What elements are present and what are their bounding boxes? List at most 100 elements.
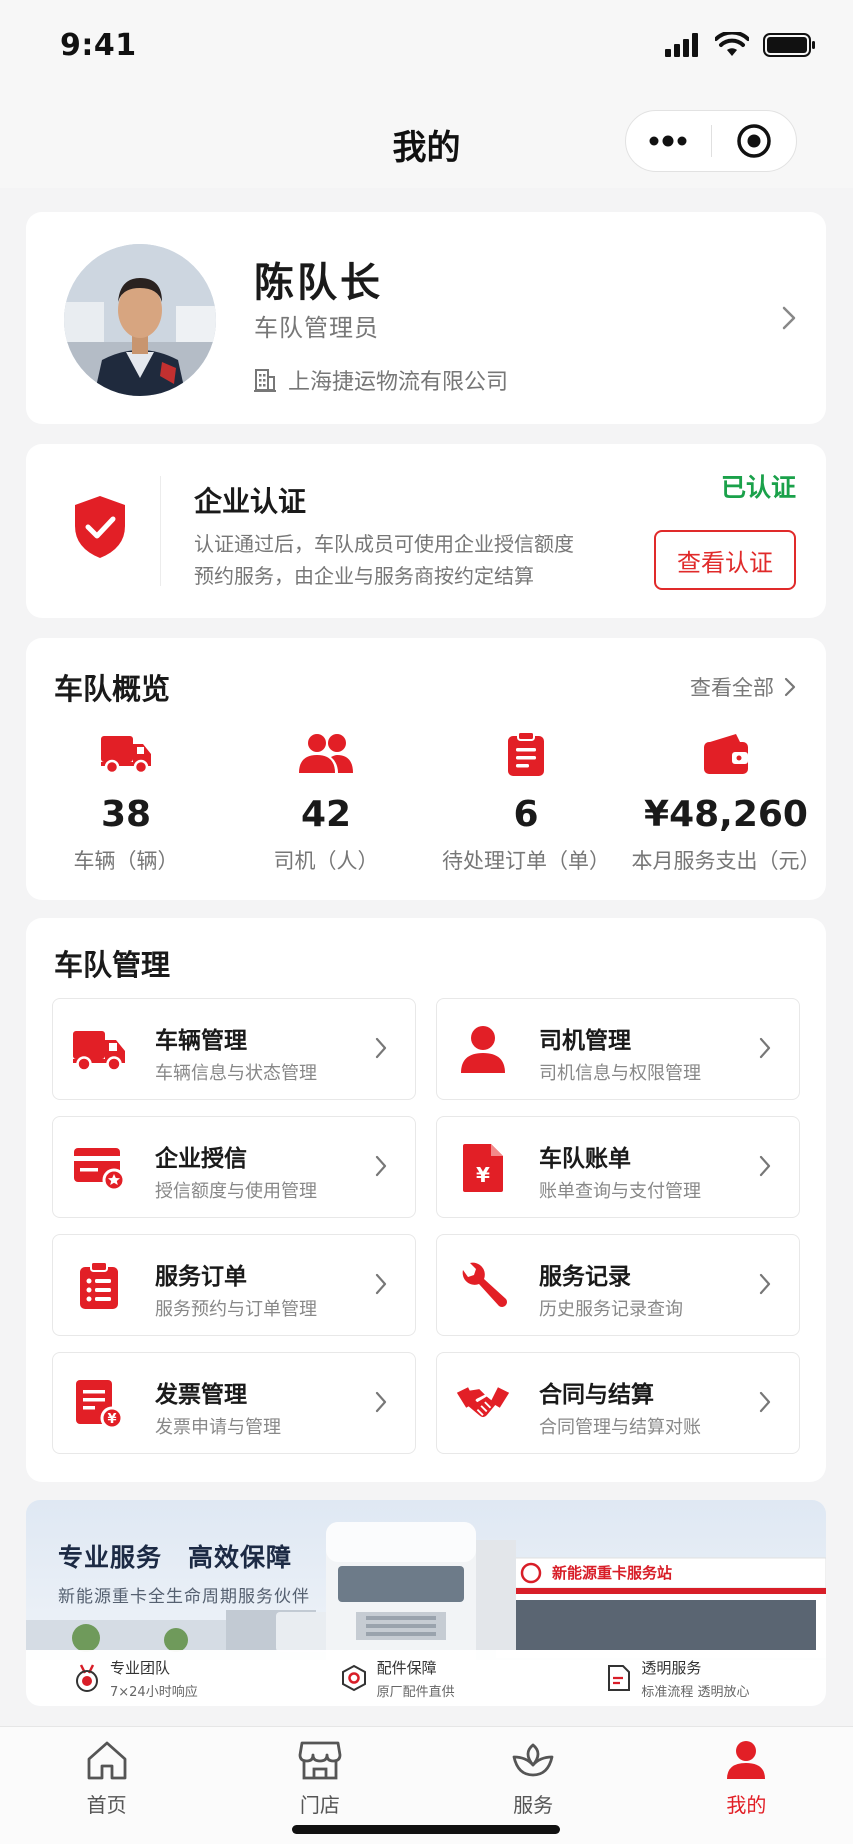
stat-pending-orders[interactable]: 6 待处理订单（单） <box>426 730 626 875</box>
profile-icon <box>727 1741 766 1779</box>
feature-subtitle: 标准流程 透明放心 <box>641 1684 750 1700</box>
home-indicator <box>292 1825 560 1834</box>
chevron-right-icon <box>759 1273 771 1295</box>
banner-features: 专业团队 7×24小时响应 配件保障 原厂配件直供 透明服务 标准流程 透明放心 <box>26 1650 826 1706</box>
truck-icon <box>101 736 151 775</box>
banner-title: 专业服务 高效保障 <box>58 1543 293 1572</box>
tile-subtitle: 授信额度与使用管理 <box>155 1181 317 1202</box>
tile-title: 服务订单 <box>155 1264 247 1290</box>
tile-title: 车辆管理 <box>155 1028 247 1054</box>
tab-label: 服务 <box>513 1793 554 1817</box>
chevron-right-icon <box>375 1391 387 1413</box>
feature-item: 专业团队 7×24小时响应 <box>26 1650 293 1706</box>
clipboard-icon <box>508 731 544 776</box>
chevron-right-icon <box>375 1037 387 1059</box>
service-banner[interactable]: 专业服务 高效保障 新能源重卡全生命周期服务伙伴 新能源重卡服务站 专业团队 7… <box>26 1500 826 1706</box>
chevron-right-icon <box>784 677 796 697</box>
tile-subtitle: 车辆信息与状态管理 <box>155 1063 317 1084</box>
wrench-icon <box>462 1262 507 1307</box>
signal-icon <box>665 33 698 57</box>
tile-title: 发票管理 <box>155 1382 247 1408</box>
tile-subtitle: 发票申请与管理 <box>155 1417 281 1438</box>
wallet-icon <box>704 734 748 774</box>
certification-description-line: 预约服务，由企业与服务商按约定结算 <box>194 564 534 588</box>
banner-subtitle: 新能源重卡全生命周期服务伙伴 <box>58 1587 310 1607</box>
feature-item: 透明服务 标准流程 透明放心 <box>559 1650 826 1706</box>
feature-subtitle: 7×24小时响应 <box>110 1684 198 1700</box>
feature-subtitle: 原厂配件直供 <box>376 1684 455 1700</box>
tile-contract-settlement[interactable]: 合同与结算 合同管理与结算对账 <box>436 1352 800 1454</box>
document-icon <box>608 1665 631 1691</box>
target-icon <box>737 124 771 158</box>
user-name: 陈队长 <box>254 260 383 306</box>
tile-title: 车队账单 <box>539 1146 631 1172</box>
tile-title: 合同与结算 <box>539 1382 654 1408</box>
wifi-icon <box>715 32 749 56</box>
order-list-icon <box>80 1261 118 1309</box>
certification-title: 企业认证 <box>194 485 307 518</box>
stat-label: 车辆（辆） <box>73 849 179 873</box>
stat-value: 6 <box>513 794 539 835</box>
tile-subtitle: 历史服务记录查询 <box>539 1299 683 1320</box>
svg-text:¥: ¥ <box>476 1163 490 1187</box>
tab-label: 门店 <box>299 1793 340 1817</box>
tile-invoice-management[interactable]: ¥ 发票管理 发票申请与管理 <box>52 1352 416 1454</box>
tab-home[interactable]: 首页 <box>0 1727 213 1844</box>
chevron-right-icon <box>375 1273 387 1295</box>
certification-description: 认证通过后，车队成员可使用企业授信额度 预约服务，由企业与服务商按约定结算 <box>194 528 614 592</box>
service-icon <box>512 1743 554 1777</box>
status-bar: 9:41 <box>0 0 853 92</box>
tile-enterprise-credit[interactable]: 企业授信 授信额度与使用管理 <box>52 1116 416 1218</box>
tab-label: 我的 <box>726 1793 767 1817</box>
see-all-link[interactable]: 查看全部 <box>690 672 796 702</box>
person-icon <box>461 1026 505 1073</box>
tile-vehicle-management[interactable]: 车辆管理 车辆信息与状态管理 <box>52 998 416 1100</box>
handshake-icon <box>456 1387 510 1418</box>
chevron-right-icon <box>759 1037 771 1059</box>
truck-icon <box>73 1031 125 1072</box>
close-miniprogram-button[interactable] <box>712 111 797 171</box>
section-title: 车队管理 <box>54 948 171 982</box>
tile-service-records[interactable]: 服务记录 历史服务记录查询 <box>436 1234 800 1336</box>
fleet-overview-card: 车队概览 查看全部 38 车辆（辆） 42 司机（人） 6 待处理订单（单） ¥… <box>26 638 826 900</box>
stat-label: 本月服务支出（元） <box>631 849 821 873</box>
avatar[interactable] <box>64 244 216 396</box>
building-icon <box>254 369 276 392</box>
stat-drivers[interactable]: 42 司机（人） <box>226 730 426 875</box>
certification-description-line: 认证通过后，车队成员可使用企业授信额度 <box>194 532 574 556</box>
tile-service-orders[interactable]: 服务订单 服务预约与订单管理 <box>52 1234 416 1336</box>
tab-profile[interactable]: 我的 <box>640 1727 853 1844</box>
profile-card[interactable]: 陈队长 车队管理员 上海捷运物流有限公司 <box>26 212 826 424</box>
status-time: 9:41 <box>60 28 137 63</box>
station-sign: 新能源重卡服务站 <box>552 1564 673 1582</box>
divider <box>160 476 161 586</box>
parts-icon <box>341 1664 366 1692</box>
avatar-photo <box>64 244 216 396</box>
tile-subtitle: 服务预约与订单管理 <box>155 1299 317 1320</box>
feature-item: 配件保障 原厂配件直供 <box>293 1650 560 1706</box>
chevron-right-icon <box>759 1391 771 1413</box>
svg-text:¥: ¥ <box>107 1412 116 1427</box>
view-certification-button[interactable]: 查看认证 <box>654 530 796 590</box>
chevron-right-icon <box>375 1155 387 1177</box>
tile-fleet-bill[interactable]: ¥ 车队账单 账单查询与支付管理 <box>436 1116 800 1218</box>
chevron-right-icon <box>759 1155 771 1177</box>
certification-card: 企业认证 认证通过后，车队成员可使用企业授信额度 预约服务，由企业与服务商按约定… <box>26 444 826 618</box>
fleet-management-card: 车队管理 车辆管理 车辆信息与状态管理 司机管理 司机信息与权限管理 企业授信 … <box>26 918 826 1482</box>
more-button[interactable] <box>626 111 711 171</box>
tab-bar: 首页 门店 服务 我的 <box>0 1726 853 1844</box>
tile-driver-management[interactable]: 司机管理 司机信息与权限管理 <box>436 998 800 1100</box>
company-name: 上海捷运物流有限公司 <box>288 370 509 395</box>
tile-subtitle: 合同管理与结算对账 <box>539 1417 701 1438</box>
tile-title: 企业授信 <box>155 1146 247 1172</box>
company-row: 上海捷运物流有限公司 <box>254 364 508 396</box>
battery-icon <box>763 33 815 57</box>
stat-value: ¥48,260 <box>644 794 808 835</box>
status-icons <box>665 32 817 58</box>
stat-monthly-spend[interactable]: ¥48,260 本月服务支出（元） <box>626 730 826 875</box>
feature-title: 专业团队 <box>110 1658 171 1677</box>
certification-status-badge: 已认证 <box>720 473 796 502</box>
more-dots-icon <box>649 135 687 147</box>
stat-vehicles[interactable]: 38 车辆（辆） <box>26 730 226 875</box>
stats-row: 38 车辆（辆） 42 司机（人） 6 待处理订单（单） ¥48,260 本月服… <box>26 730 826 875</box>
